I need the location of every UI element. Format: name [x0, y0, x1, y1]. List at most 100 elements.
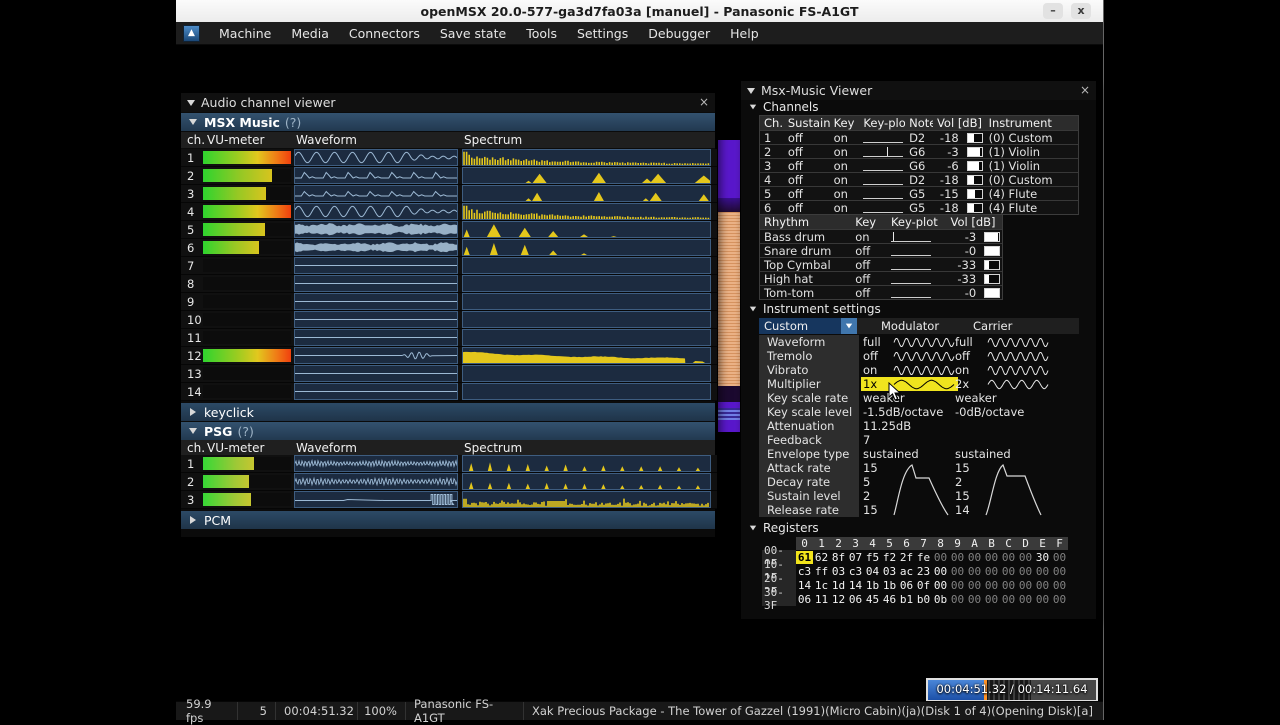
table-cell: [980, 230, 1002, 243]
waveform-cell: [294, 311, 458, 328]
modulator-column-header: Modulator: [881, 319, 940, 333]
menu-item-connectors[interactable]: Connectors: [339, 22, 430, 44]
table-cell: D2: [909, 173, 926, 186]
table-cell: [859, 187, 905, 200]
close-icon[interactable]: ×: [1078, 83, 1092, 97]
register-value: 00: [950, 564, 965, 578]
register-value: 23: [916, 564, 931, 578]
register-value: 00: [950, 592, 965, 606]
volume-bar-fill: [967, 189, 975, 198]
channels-row: 2 off on G6 -3 (1) Violin: [760, 144, 1078, 158]
table-cell: G6: [909, 145, 926, 158]
keyclick-label: keyclick: [204, 404, 254, 420]
menu-item-help[interactable]: Help: [720, 22, 769, 44]
dropdown-arrow-icon[interactable]: [841, 318, 857, 334]
key-plot: [863, 202, 904, 213]
section-msx-music[interactable]: MSX Music (?): [181, 113, 715, 131]
msx-viewer-titlebar[interactable]: Msx-Music Viewer ×: [741, 81, 1096, 100]
table-cell: on: [833, 131, 848, 144]
vu-meter-fill: [203, 457, 255, 470]
spectrum-cell: [462, 257, 711, 274]
instrument-car-value: weaker: [955, 391, 997, 405]
key-plot: [863, 160, 904, 171]
close-button[interactable]: x: [1071, 3, 1091, 19]
table-cell: 1: [764, 131, 772, 144]
menu-item-media[interactable]: Media: [281, 22, 339, 44]
instrument-setting-label: Multiplier: [767, 377, 821, 391]
register-value: 00: [967, 550, 982, 564]
section-psg[interactable]: PSG (?): [181, 422, 715, 440]
spectrum-cell: [462, 221, 711, 238]
openmsx-logo-icon[interactable]: ▲: [183, 24, 200, 42]
title-bar[interactable]: openMSX 20.0-577-ga3d7fa03a [manuel] - P…: [176, 0, 1103, 22]
key-plot: [863, 174, 904, 185]
audio-viewer-titlebar[interactable]: Audio channel viewer ×: [181, 93, 715, 112]
table-cell: -0: [964, 286, 977, 299]
adsr-curve-modulator: [893, 464, 949, 516]
chevron-down-icon: [189, 428, 197, 434]
register-value: 1b: [882, 578, 897, 592]
waveform-plot: [295, 242, 457, 253]
rhythm-row: Tom-tom off -0: [760, 285, 1002, 299]
register-value: 00: [1052, 592, 1067, 606]
table-cell: off: [787, 173, 803, 186]
spectrum-cell: [462, 167, 713, 184]
table-cell: [963, 173, 985, 186]
vu-meter: [203, 313, 291, 326]
spectrum-plot: [463, 294, 710, 309]
section-channels[interactable]: Channels: [749, 100, 819, 114]
section-keyclick[interactable]: keyclick: [181, 403, 715, 421]
registers-row: 30-3F 06 11 12 06 45 46 b1 b0 0b 00 00 00 00 00 00 00: [762, 586, 1068, 612]
menu-item-save-state[interactable]: Save state: [430, 22, 516, 44]
register-value: 00: [1001, 564, 1016, 578]
audio-channel-row: 2: [181, 473, 717, 491]
table-cell: -18: [939, 201, 959, 214]
instrument-car-value: 2: [955, 475, 963, 489]
key-plot: [863, 132, 904, 143]
minimize-button[interactable]: –: [1043, 3, 1063, 19]
table-cell: (4) Flute: [988, 201, 1038, 214]
key-plot: [890, 231, 931, 242]
help-hint[interactable]: (?): [285, 115, 301, 130]
volume-bar-fill: [985, 232, 999, 241]
register-value: 00: [1018, 564, 1033, 578]
table-cell: Tom-tom: [764, 286, 815, 299]
instrument-mod-value: 15: [863, 461, 878, 475]
instrument-setting-label: Release rate: [767, 503, 839, 517]
key-plot: [890, 273, 931, 284]
close-icon[interactable]: ×: [697, 95, 711, 109]
instrument-preset-dropdown[interactable]: Custom: [759, 318, 857, 334]
waveform-plot: [295, 171, 457, 179]
rhythm-row: Top Cymbal off -33: [760, 257, 1002, 271]
table-cell: Key: [833, 116, 855, 130]
help-hint[interactable]: (?): [237, 424, 253, 439]
media-progress-bar[interactable]: 00:04:51.32 / 00:14:11.64: [926, 678, 1098, 702]
register-value: c3: [797, 564, 812, 578]
section-registers[interactable]: Registers: [749, 521, 819, 535]
table-cell: on: [833, 145, 848, 158]
vu-meter: [203, 259, 291, 272]
emulator-window: openMSX 20.0-577-ga3d7fa03a [manuel] - P…: [176, 0, 1104, 725]
volume-bar: [984, 287, 1001, 298]
menu-item-tools[interactable]: Tools: [516, 22, 567, 44]
menu-item-debugger[interactable]: Debugger: [638, 22, 720, 44]
section-instrument-settings[interactable]: Instrument settings: [749, 302, 881, 316]
media-title: Xak Precious Package - The Tower of Gazz…: [532, 704, 1093, 718]
table-cell: -3: [964, 230, 977, 243]
section-pcm[interactable]: PCM: [181, 511, 715, 529]
key-plot-tick: [892, 232, 894, 241]
vu-meter: [203, 367, 291, 380]
game-screen-sliver: [718, 140, 742, 432]
vu-meter: [203, 457, 291, 470]
collapse-icon[interactable]: [747, 87, 755, 94]
register-value: 11: [814, 592, 829, 606]
channels-header-row: Ch. SustainKey Key-plotNoteVol [dB] Instrum…: [760, 116, 1078, 130]
register-value: 00: [933, 578, 948, 592]
registers-row: 10-1Fc3ff03c30403ac230000000000000000: [762, 558, 1068, 584]
instrument-mod-value: 7: [863, 433, 871, 447]
menu-item-settings[interactable]: Settings: [567, 22, 638, 44]
sine-wave-icon: [893, 352, 955, 361]
waveform-cell: [294, 203, 458, 220]
menu-item-machine[interactable]: Machine: [209, 22, 281, 44]
collapse-icon[interactable]: [187, 99, 195, 106]
